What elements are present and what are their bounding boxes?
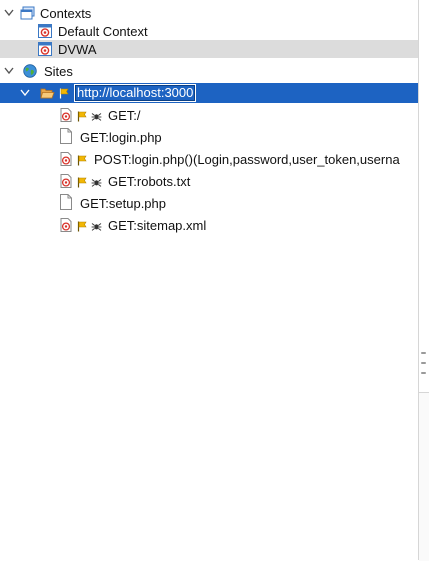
tree-node-label: GET:setup.php [80, 195, 166, 211]
alert-page-icon [60, 218, 74, 232]
flag-icon [59, 87, 69, 99]
splitter-grip-icon[interactable] [421, 352, 426, 374]
tree-node-label: DVWA [58, 41, 97, 57]
tree-node-request[interactable]: GET:setup.php [0, 194, 418, 212]
tree-node-request[interactable]: GET:/ [0, 106, 418, 124]
tree-node-label: GET:robots.txt [108, 173, 191, 189]
open-folder-icon [40, 86, 55, 100]
sites-tree[interactable]: Contexts Default Context DVWA Sites http… [0, 0, 418, 560]
tree-node-label: Sites [44, 63, 73, 79]
spider-icon [91, 220, 102, 231]
tree-node-label: GET:sitemap.xml [108, 217, 207, 233]
flag-icon [77, 220, 87, 232]
host-label[interactable]: http://localhost:3000 [74, 84, 197, 102]
flag-icon [77, 176, 87, 188]
page-icon [60, 194, 74, 210]
chevron-down-icon[interactable] [4, 66, 14, 76]
tree-node-request[interactable]: GET:sitemap.xml [0, 216, 418, 234]
alert-page-icon [60, 152, 74, 166]
contexts-folder-icon [20, 6, 35, 20]
tree-node-label: Default Context [58, 23, 148, 39]
alert-page-icon [60, 108, 74, 122]
page-icon [60, 128, 74, 144]
flag-icon [77, 110, 87, 122]
tree-node-request[interactable]: GET:robots.txt [0, 172, 418, 190]
tree-node-request[interactable]: GET:login.php [0, 128, 418, 146]
tree-node-host[interactable]: http://localhost:3000 [0, 83, 418, 103]
context-icon [38, 24, 52, 38]
tree-node-label: GET:/ [108, 107, 141, 123]
chevron-down-icon[interactable] [20, 88, 30, 98]
tree-node-label: Contexts [40, 5, 92, 21]
spider-icon [91, 176, 102, 187]
globe-icon [23, 64, 37, 78]
flag-icon [77, 154, 87, 166]
tree-node-request[interactable]: POST:login.php()(Login,password,user_tok… [0, 150, 418, 168]
spider-icon [91, 110, 102, 121]
tree-node-label: POST:login.php()(Login,password,user_tok… [94, 151, 400, 167]
context-icon [38, 42, 52, 56]
tree-node-contexts[interactable]: Contexts [0, 4, 418, 22]
tree-node-label: GET:login.php [80, 129, 162, 145]
scrollbar-lower-track[interactable] [419, 392, 429, 561]
tree-node-default-context[interactable]: Default Context [0, 22, 418, 40]
tree-node-dvwa[interactable]: DVWA [0, 40, 418, 58]
alert-page-icon [60, 174, 74, 188]
tree-node-sites[interactable]: Sites [0, 62, 418, 80]
chevron-down-icon[interactable] [4, 8, 14, 18]
